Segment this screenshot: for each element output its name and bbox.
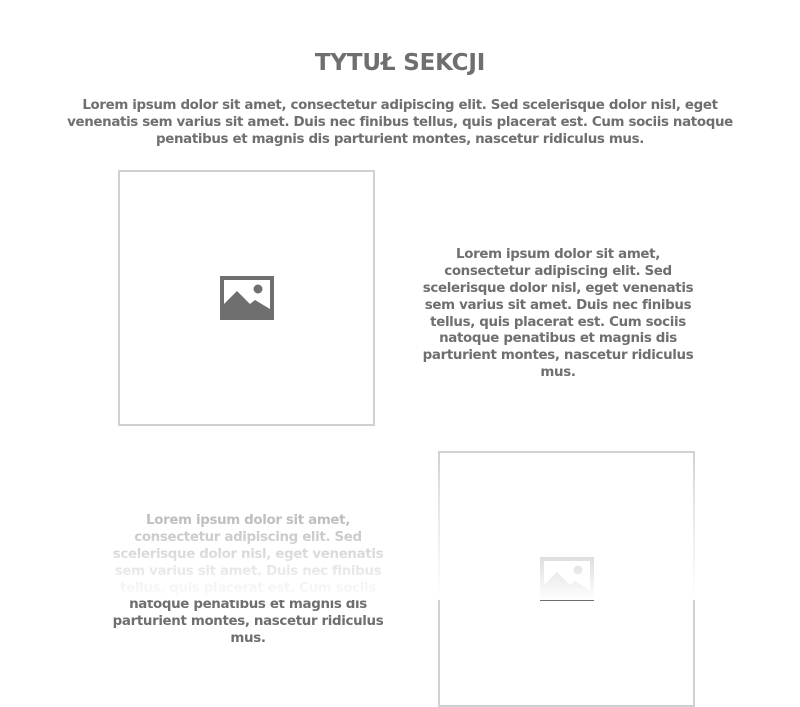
feature-2-image-placeholder	[438, 451, 695, 707]
feature-1-image-placeholder	[118, 170, 375, 426]
image-placeholder-icon	[219, 276, 274, 320]
feature-2-text: Lorem ipsum dolor sit amet, consectetur …	[112, 513, 384, 646]
section-title: TYTUŁ SEKCJI	[314, 50, 486, 77]
section-intro-text: Lorem ipsum dolor sit amet, consectetur …	[67, 98, 733, 148]
image-placeholder-icon	[539, 557, 594, 601]
feature-1-text: Lorem ipsum dolor sit amet, consectetur …	[422, 247, 694, 380]
